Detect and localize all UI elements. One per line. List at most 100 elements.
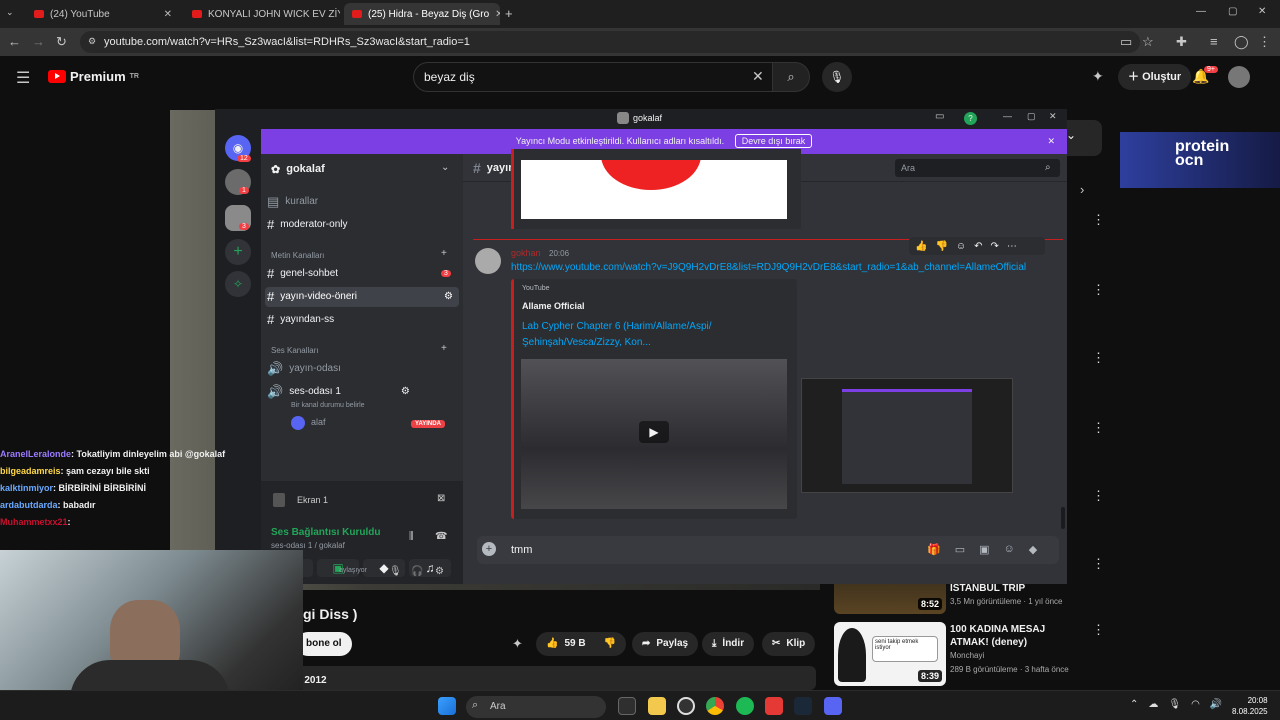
hamburger-menu-icon[interactable]: ☰ <box>16 68 30 88</box>
subscribe-button[interactable]: bone ol <box>296 632 352 656</box>
chevron-up-icon[interactable]: ⌃ <box>1130 699 1138 710</box>
close-tab-icon[interactable]: ✕ <box>495 9 500 20</box>
inbox-icon[interactable]: ▭ <box>935 111 944 122</box>
close-banner-icon[interactable]: ✕ <box>1047 129 1055 154</box>
channel-ses-odasi-1[interactable]: 🔊 ses-odası 1 ⚙ <box>267 382 410 402</box>
recommendation-title[interactable]: İSTANBUL TRİP <box>950 583 1025 594</box>
chrome-icon[interactable] <box>706 697 724 715</box>
reaction-icon[interactable]: 👍 <box>915 241 927 252</box>
description-box[interactable] <box>296 666 816 690</box>
clip-button[interactable]: ✂ Klip <box>762 632 816 656</box>
more-options-icon[interactable]: ⋮ <box>1092 350 1105 366</box>
browser-menu-icon[interactable]: ⋮ <box>1258 34 1271 50</box>
channel-yayin-video-oneri[interactable]: # yayın-video-öneri ⚙ <box>265 287 459 307</box>
ask-icon[interactable]: ✦ <box>1092 68 1104 85</box>
message-author[interactable]: gokhan <box>511 248 541 258</box>
taskbar-search[interactable]: Ara <box>466 696 606 718</box>
youtube-search-input[interactable]: beyaz diş <box>413 62 773 92</box>
browser-tab-hidra[interactable]: (25) Hidra - Beyaz Diş (Gro ✕ <box>344 3 500 25</box>
profile-icon[interactable]: ◯ <box>1234 34 1249 50</box>
settings-gear-icon[interactable]: ⚙ <box>444 287 459 307</box>
new-tab-icon[interactable]: + <box>505 6 513 21</box>
create-button[interactable]: ＋ Oluştur <box>1118 64 1192 90</box>
clock[interactable]: 20:08 8.08.2025 <box>1232 695 1268 717</box>
app-icon[interactable] <box>765 697 783 715</box>
minimize-icon[interactable]: — <box>1196 6 1206 17</box>
channel-yayin-odasi[interactable]: 🔊 yayın-odası <box>267 359 341 379</box>
voice-search-icon[interactable]: 🎙 <box>822 62 852 92</box>
voice-connected-status[interactable]: Ses Bağlantısı Kuruldu <box>271 527 380 538</box>
reaction-icon[interactable]: 👎 <box>935 241 947 252</box>
steam-icon[interactable] <box>794 697 812 715</box>
more-options-icon[interactable]: ⋮ <box>1092 488 1105 504</box>
add-reaction-icon[interactable]: ☺ <box>956 241 966 252</box>
site-info-icon[interactable]: ⚙ <box>88 36 96 47</box>
media-icon[interactable]: ≡ <box>1210 34 1218 49</box>
gif-icon[interactable]: ▭ <box>955 543 965 556</box>
extensions-icon[interactable]: ✚ <box>1176 34 1187 50</box>
voice-channel-path[interactable]: ses-odası 1 / gokalaf <box>271 541 345 550</box>
add-server-icon[interactable]: + <box>225 239 251 265</box>
bookmark-star-icon[interactable]: ☆ <box>1142 34 1154 50</box>
more-options-icon[interactable]: ⋯ <box>1007 241 1017 252</box>
more-options-icon[interactable]: ⋮ <box>1092 622 1105 638</box>
tab-search-icon[interactable]: ⌄ <box>6 7 14 18</box>
attach-plus-icon[interactable]: + <box>482 542 496 556</box>
add-channel-icon[interactable]: + <box>441 343 447 354</box>
more-options-icon[interactable]: ⋮ <box>1092 282 1105 298</box>
play-icon[interactable]: ▶ <box>639 421 669 443</box>
embed-author[interactable]: Allame Official <box>522 301 585 311</box>
chat-scrollbar[interactable] <box>1061 507 1065 529</box>
discover-icon[interactable]: ✧ <box>225 271 251 297</box>
stop-stream-icon[interactable]: ⊠ <box>437 493 445 504</box>
close-icon[interactable]: ✕ <box>1049 111 1057 122</box>
channel-status[interactable]: Bir kanal durumu belirle <box>291 402 365 409</box>
reload-icon[interactable]: ↻ <box>56 34 67 50</box>
volume-icon[interactable]: 🔊 <box>1210 699 1222 710</box>
task-view-icon[interactable] <box>618 697 636 715</box>
disconnect-icon[interactable]: ☎ <box>435 531 447 542</box>
youtube-logo[interactable]: Premium TR <box>48 69 139 84</box>
url-field[interactable]: youtube.com/watch?v=HRs_Sz3wacI&list=RDH… <box>80 31 1140 53</box>
start-windows-icon[interactable] <box>438 697 456 715</box>
disable-streamer-mode-button[interactable]: Devre dışı bırak <box>734 134 813 148</box>
wifi-icon[interactable]: ◠ <box>1191 699 1200 710</box>
recommendation-thumbnail[interactable]: seni takip etmek istiyor 8:39 <box>834 622 946 686</box>
window-close-icon[interactable]: ✕ <box>1258 6 1266 17</box>
browser-tab-youtube[interactable]: (24) YouTube ✕ <box>26 3 180 25</box>
ai-icon[interactable]: ✦ <box>512 636 523 652</box>
channel-genel-sohbet[interactable]: # genel-sohbet <box>267 264 338 284</box>
headphones-icon[interactable]: 🎧 <box>411 566 423 577</box>
discord-search-input[interactable]: Ara <box>895 159 1060 177</box>
attached-screenshot[interactable] <box>801 378 1013 493</box>
embed-title[interactable]: Lab Cypher Chapter 6 (Harim/Allame/Aspi/… <box>522 319 732 351</box>
category-text-channels[interactable]: Metin Kanalları <box>271 251 324 260</box>
gift-icon[interactable]: 🎁 <box>927 543 941 556</box>
more-options-icon[interactable]: ⋮ <box>1092 212 1105 228</box>
help-icon[interactable]: ? <box>964 112 977 125</box>
forward-icon[interactable]: ↷ <box>991 241 999 252</box>
maximize-icon[interactable]: ▢ <box>1228 6 1237 17</box>
download-button[interactable]: ⤓ İndir <box>702 632 755 656</box>
like-button[interactable]: 👍 59 B 👎 <box>536 632 626 656</box>
noise-suppression-icon[interactable]: ⫼ <box>409 531 414 542</box>
recommendation-title[interactable]: 100 KADINA MESAJ ATMAK! (deney) <box>950 623 1080 649</box>
voice-user-name[interactable]: alaf <box>311 417 326 427</box>
category-voice-channels[interactable]: Ses Kanalları <box>271 346 319 355</box>
server-header[interactable]: ✿ gokalaf <box>271 163 325 176</box>
cast-icon[interactable]: ▭ <box>1120 34 1132 50</box>
add-channel-icon[interactable]: + <box>441 248 447 259</box>
message-avatar[interactable] <box>475 248 501 274</box>
channel-yayindan-ss[interactable]: # yayından-ss <box>267 310 334 330</box>
chevron-right-icon[interactable]: › <box>1080 182 1084 197</box>
reply-icon[interactable]: ↶ <box>974 241 982 252</box>
microphone-icon[interactable]: 🎙 <box>389 566 402 577</box>
spotify-icon[interactable] <box>736 697 754 715</box>
share-button[interactable]: ➦ Paylaş <box>632 632 699 656</box>
close-tab-icon[interactable]: ✕ <box>164 9 172 20</box>
forward-icon[interactable]: → <box>32 34 45 49</box>
channel-moderator-only[interactable]: # moderator-only <box>267 215 348 235</box>
clear-search-icon[interactable]: ✕ <box>752 68 764 85</box>
maximize-icon[interactable]: ▢ <box>1027 111 1036 122</box>
message-link[interactable]: https://www.youtube.com/watch?v=J9Q9H2vD… <box>511 262 1026 273</box>
